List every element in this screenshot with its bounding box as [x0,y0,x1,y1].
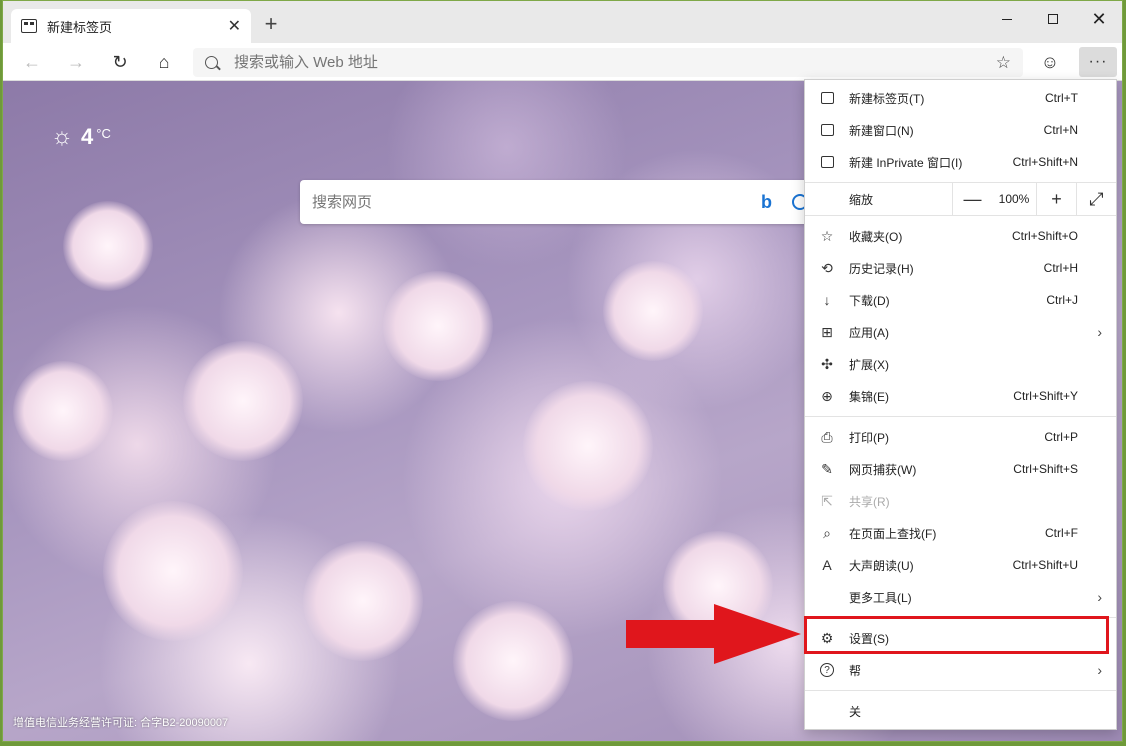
extensions-icon: ✣ [821,355,833,372]
collections-icon: ⊕ [821,387,833,404]
menu-item-collections[interactable]: ⊕ 集锦(E) Ctrl+Shift+Y [805,380,1116,412]
history-icon: ⟲ [821,259,833,276]
menu-item-web-capture[interactable]: ✎ 网页捕获(W) Ctrl+Shift+S [805,453,1116,485]
menu-item-extensions[interactable]: ✣ 扩展(X) [805,348,1116,380]
home-button[interactable]: ⌂ [149,47,179,77]
temperature-unit: °C [96,125,111,141]
menu-item-read-aloud[interactable]: A 大声朗读(U) Ctrl+Shift+U [805,549,1116,581]
weather-widget[interactable]: ☼ 4 °C [51,123,111,151]
temperature: 4 [81,124,94,149]
maximize-button[interactable] [1030,5,1076,33]
menu-item-print[interactable]: ⎙ 打印(P) Ctrl+P [805,421,1116,453]
settings-and-more-button[interactable]: ··· [1079,47,1117,77]
sun-icon: ☼ [51,123,73,150]
zoom-label: 缩放 [849,192,874,207]
license-text: 增值电信业务经营许可证: 合字B2-20090007 [13,717,229,729]
menu-item-new-tab[interactable]: 新建标签页(T) Ctrl+T [805,82,1116,114]
background-blossom [603,261,703,361]
minimize-button[interactable] [984,5,1030,33]
address-bar[interactable]: ☆ [193,48,1023,77]
apps-icon: ⊞ [821,323,833,340]
inprivate-icon [819,154,835,170]
forward-button[interactable]: → [61,47,91,77]
web-search-input[interactable] [312,193,761,211]
background-blossom [303,541,423,661]
background-blossom [453,601,573,721]
new-tab-page-icon [21,19,37,33]
print-icon: ⎙ [821,428,833,445]
address-input[interactable] [234,54,986,71]
chevron-right-icon: › [1097,324,1102,340]
help-icon: ? [819,662,835,678]
read-aloud-icon: A [822,557,832,573]
background-blossom [13,361,113,461]
close-window-button[interactable]: ✕ [1076,5,1122,33]
profile-button[interactable]: ☺ [1035,47,1065,77]
web-capture-icon: ✎ [821,460,833,477]
search-icon [205,56,218,69]
find-icon: ⌕ [823,524,831,541]
zoom-in-button[interactable]: + [1036,182,1076,216]
toolbar: ← → ↻ ⌂ ☆ ☺ ··· [3,43,1122,81]
favorites-icon: ☆ [820,227,834,244]
zoom-out-button[interactable]: — [952,182,992,216]
back-button[interactable]: ← [17,47,47,77]
menu-item-downloads[interactable]: ↓ 下载(D) Ctrl+J [805,284,1116,316]
download-icon: ↓ [823,292,831,308]
tab-strip: 新建标签页 ✕ + ✕ [3,1,1122,43]
menu-item-find-on-page[interactable]: ⌕ 在页面上查找(F) Ctrl+F [805,517,1116,549]
maximize-icon [1048,14,1058,24]
new-tab-button[interactable]: + [259,13,283,37]
menu-item-new-window[interactable]: 新建窗口(N) Ctrl+N [805,114,1116,146]
add-favorite-icon[interactable]: ☆ [996,53,1011,73]
menu-item-favorites[interactable]: ☆ 收藏夹(O) Ctrl+Shift+O [805,220,1116,252]
menu-separator [805,416,1116,417]
background-blossom [63,201,153,291]
menu-item-help[interactable]: ? 帮 › [805,654,1116,686]
menu-item-apps[interactable]: ⊞ 应用(A) › [805,316,1116,348]
tab-title: 新建标签页 [47,19,113,35]
menu-item-more-tools[interactable]: 更多工具(L) › [805,581,1116,613]
chevron-right-icon: › [1097,662,1102,678]
zoom-level: 100% [998,192,1030,206]
menu-item-close[interactable]: 关 [805,695,1116,727]
close-browser-icon [819,703,835,719]
refresh-button[interactable]: ↻ [105,47,135,77]
tab-close-icon[interactable]: ✕ [228,16,241,36]
menu-item-new-inprivate[interactable]: 新建 InPrivate 窗口(I) Ctrl+Shift+N [805,146,1116,178]
chevron-right-icon: › [1097,589,1102,605]
web-search-box[interactable]: b [300,180,820,224]
tab-new-tab[interactable]: 新建标签页 ✕ [11,9,251,43]
menu-item-history[interactable]: ⟲ 历史记录(H) Ctrl+H [805,252,1116,284]
menu-separator [805,690,1116,691]
bing-logo-icon: b [761,191,772,212]
share-icon: ⇱ [821,492,833,509]
fullscreen-button[interactable]: ⤢ [1076,182,1116,216]
background-blossom [383,271,493,381]
more-tools-icon [819,589,835,605]
menu-item-share[interactable]: ⇱ 共享(R) [805,485,1116,517]
minimize-icon [1002,18,1012,20]
background-blossom [103,501,243,641]
zoom-row: 缩放 — 100% + ⤢ [805,182,1116,216]
new-window-icon [819,122,835,138]
new-tab-icon [819,90,835,106]
background-blossom [183,341,303,461]
background-blossom [523,381,653,511]
red-arrow-annotation [626,604,801,664]
settings-highlight-box [804,616,1109,654]
